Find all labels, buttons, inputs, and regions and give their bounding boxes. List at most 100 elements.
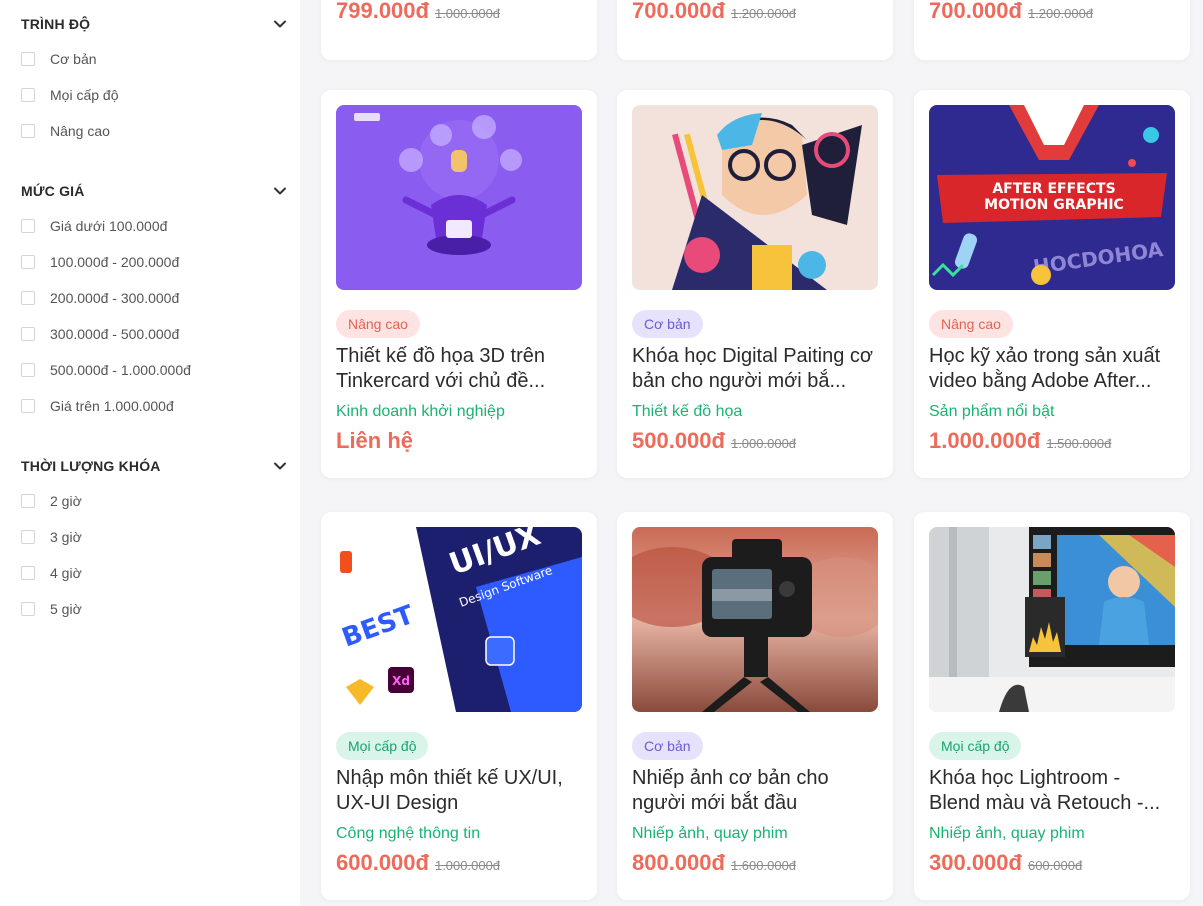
option-label: 200.000đ - 300.000đ [50,290,180,306]
course-card[interactable]: AFTER EFFECTS MOTION GRAPHIC HOCDOHOA Nâ… [914,90,1190,478]
thumbnail-text: MOTION GRAPHIC [984,197,1124,213]
course-price: 300.000đ [929,850,1022,875]
course-title[interactable]: Khóa học Digital Paiting cơ bản cho ngườ… [632,344,878,394]
filter-option-duration[interactable]: 2 giờ [21,483,287,519]
thumbnail-text: AFTER EFFECTS [992,181,1115,197]
checkbox[interactable] [21,124,35,138]
filter-sidebar: TRÌNH ĐỘ Cơ bản Mọi cấp độ Nâng cao MỨC … [0,0,300,906]
course-title[interactable]: Nhiếp ảnh cơ bản cho người mới bắt đầu [632,766,878,816]
filter-option-duration[interactable]: 4 giờ [21,555,287,591]
chevron-down-icon[interactable] [273,184,287,198]
thumbnail-illustration-portrait [632,105,878,290]
course-title[interactable]: Nhập môn thiết kế UX/UI, UX-UI Design [336,766,582,816]
thumbnail-photo-lightroom [929,527,1175,712]
course-card-partial[interactable]: 700.000đ 1.200.000đ [914,0,1190,60]
checkbox[interactable] [21,255,35,269]
price-row: Liên hệ [336,428,419,454]
filter-title: MỨC GIÁ [21,183,85,199]
filter-group-price: MỨC GIÁ Giá dưới 100.000đ 100.000đ - 200… [21,181,287,424]
course-title[interactable]: Học kỹ xảo trong sản xuất video bằng Ado… [929,344,1175,394]
course-card[interactable]: Cơ bản Nhiếp ảnh cơ bản cho người mới bắ… [617,512,893,900]
checkbox[interactable] [21,363,35,377]
course-card[interactable]: UI/UX Design Software BEST Xd Mọi cấp độ… [321,512,597,900]
price-row: 700.000đ 1.200.000đ [632,0,796,24]
course-card[interactable]: Nâng cao Thiết kế đồ họa 3D trên Tinkerc… [321,90,597,478]
checkbox[interactable] [21,602,35,616]
course-old-price: 1.200.000đ [730,6,797,21]
filter-option-price[interactable]: Giá dưới 100.000đ [21,208,287,244]
course-card-partial[interactable]: 700.000đ 1.200.000đ [617,0,893,60]
checkbox[interactable] [21,327,35,341]
checkbox[interactable] [21,88,35,102]
checkbox[interactable] [21,52,35,66]
filter-option-level-basic[interactable]: Cơ bản [21,41,287,77]
course-price: 800.000đ [632,850,725,875]
checkbox[interactable] [21,530,35,544]
filter-header-price[interactable]: MỨC GIÁ [21,181,287,201]
course-old-price: 1.500.000đ [1046,436,1112,451]
course-thumbnail[interactable] [929,527,1175,712]
option-label: Giá dưới 100.000đ [50,218,168,234]
course-thumbnail[interactable]: UI/UX Design Software BEST Xd [336,527,582,712]
price-row: 1.000.000đ 1.500.000đ [929,428,1111,454]
filter-header-level[interactable]: TRÌNH ĐỘ [21,14,287,34]
course-category[interactable]: Thiết kế đồ họa [632,403,742,421]
checkbox[interactable] [21,566,35,580]
course-title[interactable]: Khóa học Lightroom - Blend màu và Retouc… [929,766,1175,816]
filter-option-price[interactable]: 300.000đ - 500.000đ [21,316,287,352]
filter-option-price[interactable]: Giá trên 1.000.000đ [21,388,287,424]
price-row: 500.000đ 1.000.000đ [632,428,796,454]
course-category[interactable]: Kinh doanh khởi nghiệp [336,403,505,421]
filter-title: THỜI LƯỢNG KHÓA [21,458,161,474]
course-price: 700.000đ [632,0,725,23]
course-category[interactable]: Nhiếp ảnh, quay phim [632,825,788,843]
filter-option-level-all[interactable]: Mọi cấp độ [21,77,287,113]
course-category[interactable]: Sản phẩm nổi bật [929,403,1054,421]
course-price: 700.000đ [929,0,1022,23]
course-title[interactable]: Thiết kế đồ họa 3D trên Tinkercard với c… [336,344,582,394]
course-thumbnail[interactable] [336,105,582,290]
level-badge: Nâng cao [336,310,420,338]
filter-title: TRÌNH ĐỘ [21,16,91,32]
course-thumbnail[interactable] [632,105,878,290]
filter-option-price[interactable]: 500.000đ - 1.000.000đ [21,352,287,388]
course-card-partial[interactable]: 799.000đ 1.000.000đ [321,0,597,60]
level-badge: Mọi cấp độ [336,732,429,760]
filter-option-duration[interactable]: 5 giờ [21,591,287,627]
chevron-down-icon[interactable] [273,17,287,31]
course-thumbnail[interactable] [632,527,878,712]
course-price: Liên hệ [336,428,414,453]
checkbox[interactable] [21,399,35,413]
thumbnail-illustration-3d [336,105,582,290]
level-badge: Mọi cấp độ [929,732,1022,760]
price-row: 799.000đ 1.000.000đ [336,0,500,24]
course-card[interactable]: Mọi cấp độ Khóa học Lightroom - Blend mà… [914,512,1190,900]
course-price: 1.000.000đ [929,428,1041,453]
option-label: 4 giờ [50,565,82,581]
filter-option-price[interactable]: 100.000đ - 200.000đ [21,244,287,280]
option-label: Cơ bản [50,51,97,67]
course-category[interactable]: Nhiếp ảnh, quay phim [929,825,1085,843]
option-label: Nâng cao [50,123,110,139]
checkbox[interactable] [21,291,35,305]
level-badge: Nâng cao [929,310,1013,338]
option-label: Mọi cấp độ [50,87,119,103]
checkbox[interactable] [21,219,35,233]
filter-group-duration: THỜI LƯỢNG KHÓA 2 giờ 3 giờ 4 giờ 5 giờ [21,456,287,627]
chevron-down-icon[interactable] [273,459,287,473]
checkbox[interactable] [21,494,35,508]
filter-header-duration[interactable]: THỜI LƯỢNG KHÓA [21,456,287,476]
option-label: 300.000đ - 500.000đ [50,326,180,342]
filter-option-price[interactable]: 200.000đ - 300.000đ [21,280,287,316]
course-old-price: 1.000.000đ [434,6,501,21]
filter-group-level: TRÌNH ĐỘ Cơ bản Mọi cấp độ Nâng cao [21,14,287,149]
course-thumbnail[interactable]: AFTER EFFECTS MOTION GRAPHIC HOCDOHOA [929,105,1175,290]
course-category[interactable]: Công nghệ thông tin [336,825,480,843]
filter-option-level-advanced[interactable]: Nâng cao [21,113,287,149]
filter-option-duration[interactable]: 3 giờ [21,519,287,555]
option-label: 3 giờ [50,529,82,545]
course-old-price: 1.000.000đ [730,436,797,451]
price-row: 700.000đ 1.200.000đ [929,0,1093,24]
course-old-price: 1.600.000đ [730,858,797,873]
course-card[interactable]: Cơ bản Khóa học Digital Paiting cơ bản c… [617,90,893,478]
